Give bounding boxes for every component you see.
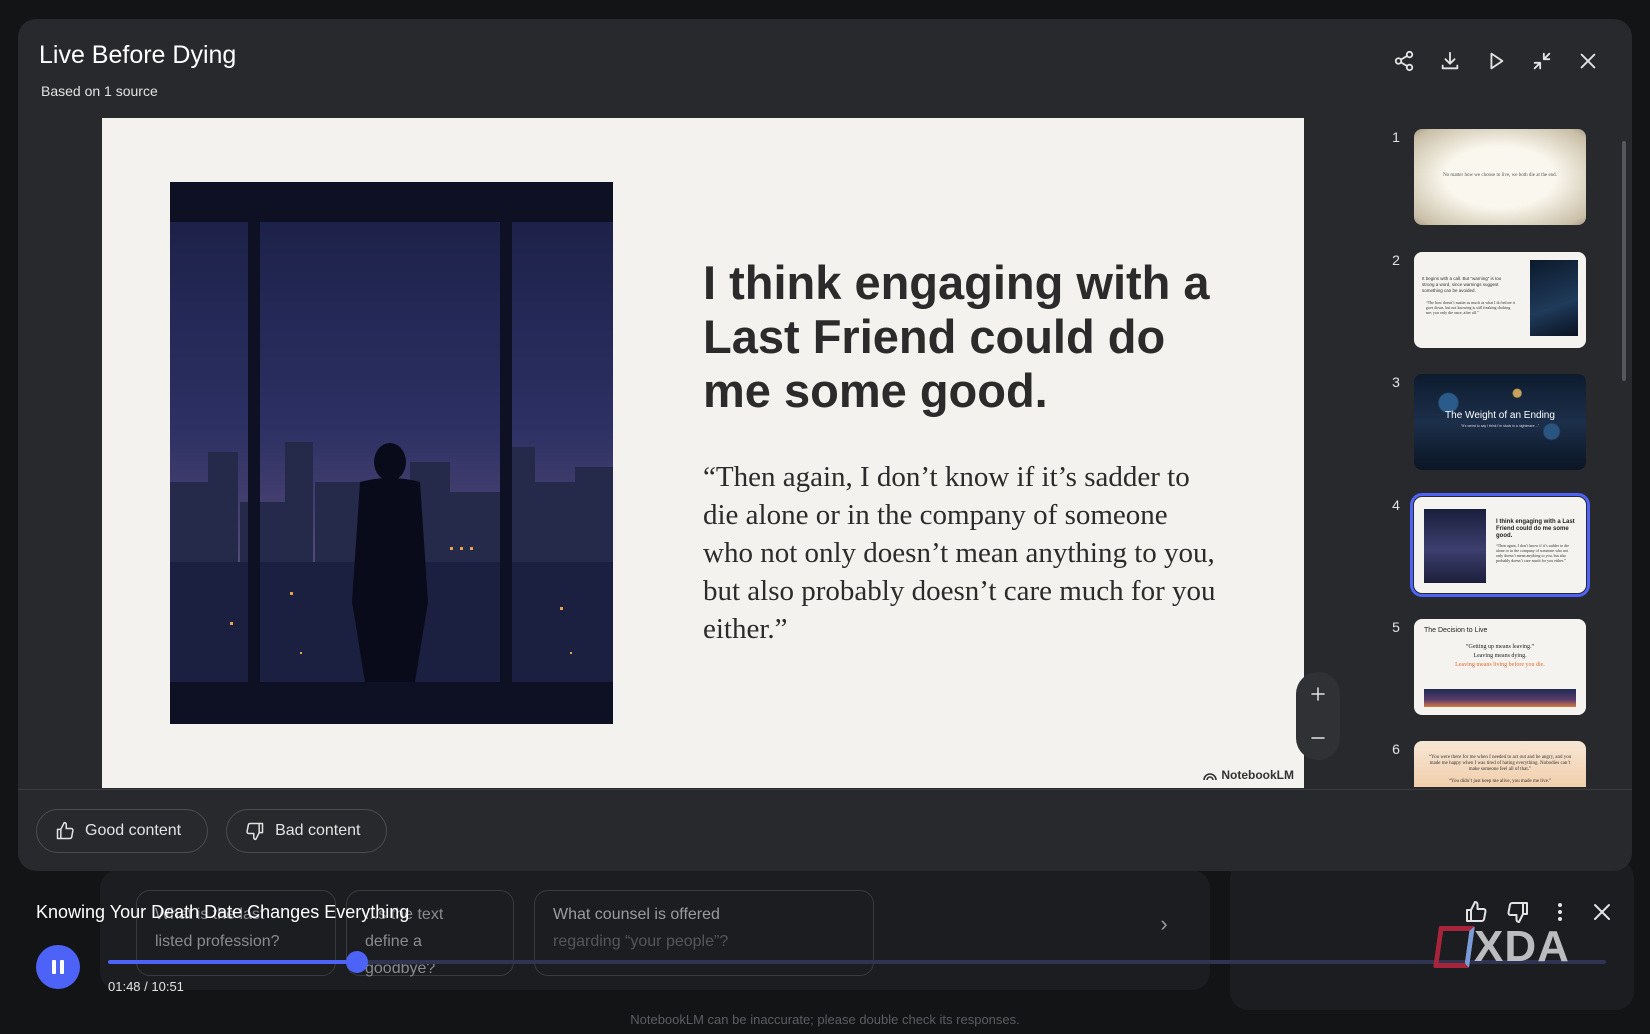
thumbnail-number: 4 [1392, 497, 1400, 513]
thumbnail-text: “Getting up means leaving.” Leaving mean… [1414, 643, 1586, 670]
current-slide: I think engaging with a Last Friend coul… [102, 118, 1304, 788]
audio-progress-fill [108, 960, 357, 964]
thumbs-down-icon [246, 822, 264, 841]
thumbnail-slide-1[interactable]: No matter how we choose to live, we both… [1414, 129, 1586, 225]
close-icon[interactable] [1572, 45, 1604, 77]
thumbnail-number: 3 [1392, 374, 1400, 390]
thumbnail-line: Leaving means living before you die. [1455, 662, 1545, 668]
thumbnail-image [1424, 689, 1576, 707]
thumbnail-title: The Weight of an Ending [1445, 410, 1555, 421]
divider [18, 789, 1632, 790]
bad-content-button[interactable]: Bad content [226, 809, 388, 853]
thumbnail-slide-3[interactable]: The Weight of an Ending “It’s weird to s… [1414, 374, 1586, 470]
brand-name: NotebookLM [1221, 768, 1294, 782]
chip-line: define a goodbye? [365, 933, 436, 977]
watermark-text: XDA [1474, 922, 1570, 971]
thumbnail-text: It begins with a call. But “warning” is … [1422, 276, 1502, 293]
thumbnail-number: 5 [1392, 619, 1400, 635]
audio-progress-handle[interactable] [345, 951, 368, 973]
thumbnail-slide-4[interactable]: I think engaging with a Last Friend coul… [1410, 493, 1590, 597]
right-panel [1230, 860, 1634, 1010]
download-icon[interactable] [1434, 45, 1466, 77]
thumbnail-quote: “The how doesn’t matter as much as what … [1426, 300, 1515, 315]
deck-subtitle: Based on 1 source [41, 83, 158, 99]
thumbnail-row: 3 The Weight of an Ending “It’s weird to… [1388, 374, 1618, 470]
pause-icon [60, 960, 64, 974]
slide-image-city-window [170, 182, 613, 724]
slide-deck-modal: Live Before Dying Based on 1 source I th… [18, 19, 1632, 871]
zoom-in-icon[interactable] [1302, 678, 1334, 710]
thumbnail-number: 2 [1392, 252, 1400, 268]
thumbnail-row: 2 It begins with a call. But “warning” i… [1388, 252, 1618, 348]
thumbnail-image [1424, 509, 1486, 583]
xda-logo-mark [1433, 926, 1475, 968]
share-icon[interactable] [1388, 45, 1420, 77]
good-content-button[interactable]: Good content [36, 809, 209, 853]
disclaimer-text: NotebookLM can be inaccurate; please dou… [630, 1012, 1020, 1027]
thumbnail-title: I think engaging with a Last Friend coul… [1496, 519, 1575, 539]
thumbnail-title: The Decision to Live [1424, 627, 1488, 634]
feedback-bar: Good content Bad content [36, 809, 388, 853]
deck-title: Live Before Dying [39, 41, 237, 69]
thumbnail-line: Leaving means dying. [1473, 653, 1527, 659]
audio-time: 01:48 / 10:51 [108, 979, 184, 994]
zoom-controls [1296, 672, 1340, 760]
thumbnail-slide-6[interactable]: “You were there for me when I needed to … [1414, 741, 1586, 787]
thumbnail-image [1530, 260, 1578, 336]
thumbnail-number: 1 [1392, 129, 1400, 145]
thumbnail-row: 5 The Decision to Live “Getting up means… [1388, 619, 1618, 715]
thumbnail-text: “Then again, I don’t know if it’s sadder… [1496, 543, 1570, 563]
notebooklm-logo: NotebookLM [1203, 768, 1294, 782]
thumbnail-text: No matter how we choose to live, we both… [1443, 173, 1557, 178]
thumbnail-slide-5[interactable]: The Decision to Live “Getting up means l… [1414, 619, 1586, 715]
audio-progress-bar[interactable] [108, 951, 1606, 973]
xda-watermark: XDA [1433, 922, 1570, 972]
thumbnail-row: 4 I think engaging with a Last Friend co… [1388, 493, 1618, 597]
thumbnail-scrollbar[interactable] [1622, 141, 1626, 381]
pause-button[interactable] [36, 945, 80, 989]
thumbnail-row: 1 No matter how we choose to live, we bo… [1388, 129, 1618, 225]
pause-icon [52, 960, 56, 974]
collapse-icon[interactable] [1526, 45, 1558, 77]
slide-quote: “Then again, I don’t know if it’s sadder… [703, 461, 1216, 645]
zoom-out-icon[interactable] [1302, 722, 1334, 754]
thumbnail-number: 6 [1392, 741, 1400, 757]
chip-line: regarding “your people”? [553, 933, 729, 950]
thumbnail-text: “You were there for me when I needed to … [1424, 755, 1576, 785]
thumbnail-line: “You didn’t just keep me alive, you made… [1448, 779, 1552, 784]
bad-content-label: Bad content [275, 822, 361, 839]
thumbnail-row: 6 “You were there for me when I needed t… [1388, 741, 1618, 787]
chevron-right-icon[interactable]: › [1150, 910, 1178, 938]
thumbnail-line: “Getting up means leaving.” [1465, 644, 1535, 650]
thumbnail-line: “You were there for me when I needed to … [1428, 755, 1572, 772]
thumbnail-slide-2[interactable]: It begins with a call. But “warning” is … [1414, 252, 1586, 348]
notebooklm-icon [1203, 773, 1218, 781]
audio-title: Knowing Your Death Date Changes Everythi… [36, 902, 410, 922]
play-icon[interactable] [1480, 45, 1512, 77]
thumbs-up-icon [56, 821, 74, 840]
modal-toolbar [1388, 45, 1604, 77]
thumbnail-text: “It’s weird to say I think I’m stuck in … [1460, 424, 1540, 428]
chip-line: listed profession? [155, 933, 280, 950]
slide-thumbnails: 1 No matter how we choose to live, we bo… [1388, 119, 1628, 787]
slide-heading: I think engaging with a Last Friend coul… [703, 256, 1210, 417]
chip-line: What counsel is offered [553, 906, 720, 923]
close-icon[interactable] [1586, 896, 1618, 928]
good-content-label: Good content [85, 822, 182, 839]
